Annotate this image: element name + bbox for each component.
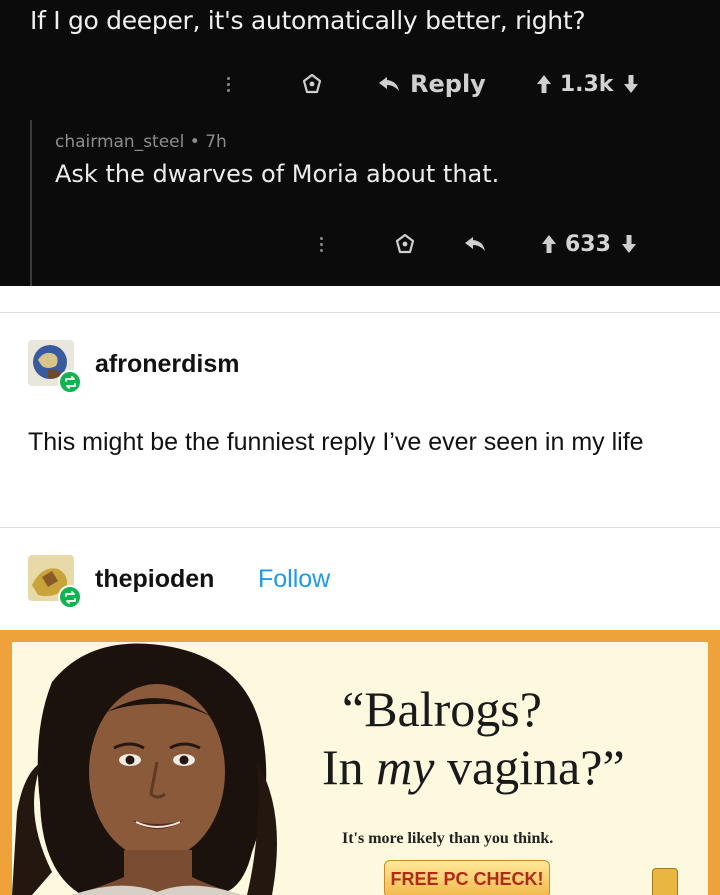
ad-headline-emphasis: my <box>376 739 435 795</box>
ad-panel: “Balrogs? In my vagina?” It's more likel… <box>12 642 708 895</box>
downvote-icon[interactable] <box>623 74 639 94</box>
ad-headline-line2: In my vagina?” <box>322 738 625 796</box>
parent-comment-text: If I go deeper, it's automatically bette… <box>30 6 586 35</box>
reply-arrow-icon[interactable] <box>378 76 400 92</box>
reddit-thread: If I go deeper, it's automatically bette… <box>0 0 720 286</box>
downvote-icon[interactable] <box>621 234 637 254</box>
post-text: This might be the funniest reply I’ve ev… <box>28 428 644 456</box>
ad-headline-pre: In <box>322 739 377 795</box>
more-options-icon[interactable] <box>225 76 231 92</box>
upvote-icon[interactable] <box>536 74 552 94</box>
award-icon[interactable] <box>301 73 323 95</box>
upvote-icon[interactable] <box>541 234 557 254</box>
follow-button[interactable]: Follow <box>258 565 330 594</box>
free-pc-check-button[interactable]: FREE PC CHECK! <box>384 860 550 895</box>
reblog-icon <box>58 585 82 609</box>
divider <box>0 527 720 528</box>
parent-comment-actions: Reply 1.3k <box>225 64 639 104</box>
ad-tagline: It's more likely than you think. <box>342 830 554 847</box>
more-options-icon[interactable] <box>318 236 324 252</box>
lock-icon <box>652 868 678 895</box>
comment-actions: 633 <box>318 226 637 262</box>
thread-line[interactable] <box>30 120 32 286</box>
comment-body: Ask the dwarves of Moria about that. <box>55 160 500 188</box>
divider <box>0 312 720 313</box>
award-icon[interactable] <box>394 233 416 255</box>
username[interactable]: thepioden <box>95 565 214 594</box>
reblog-icon <box>58 370 82 394</box>
ad-image: “Balrogs? In my vagina?” It's more likel… <box>0 630 720 895</box>
comment-score: 633 <box>565 231 611 257</box>
comment-meta: chairman_steel • 7h <box>55 132 227 152</box>
reply-button[interactable]: Reply <box>410 70 486 98</box>
ad-headline-line1: “Balrogs? <box>342 681 542 737</box>
post-score: 1.3k <box>559 71 614 97</box>
ad-headline-post: vagina?” <box>434 739 625 795</box>
reply-arrow-icon[interactable] <box>464 236 486 252</box>
woman-portrait <box>12 642 302 895</box>
username[interactable]: afronerdism <box>95 350 239 379</box>
